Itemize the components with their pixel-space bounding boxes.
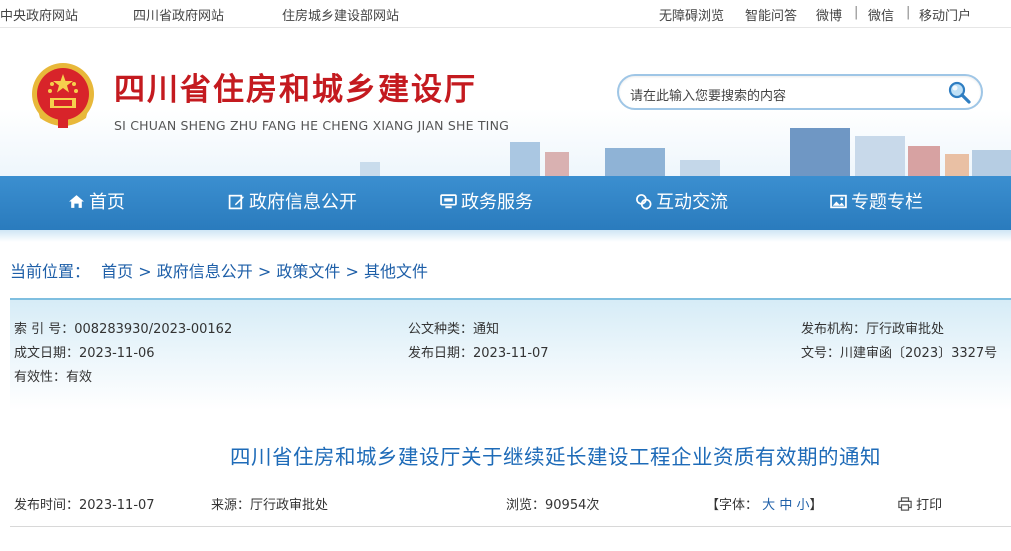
article-title: 四川省住房和城乡建设厅关于继续延长建设工程企业资质有效期的通知 xyxy=(230,445,881,469)
breadcrumb-sep: > xyxy=(345,262,359,281)
meta-created-date: 成文日期：2023-11-06 xyxy=(14,346,155,361)
nav-home-label: 首页 xyxy=(89,192,125,213)
print-label: 打印 xyxy=(916,498,943,513)
edit-icon xyxy=(228,194,244,210)
search-input[interactable]: 请在此输入您要搜索的内容 xyxy=(630,85,786,104)
print-button[interactable]: 打印 xyxy=(898,494,942,513)
nav-gov-service[interactable]: 政务服务 xyxy=(440,176,533,230)
nav-shadow xyxy=(0,230,1011,242)
font-size-control: 【字体： 大 中 小】 xyxy=(706,494,823,513)
nav-special-topics-label: 专题专栏 xyxy=(851,192,923,213)
meta-publisher: 发布机构：厅行政审批处 xyxy=(801,322,945,337)
divider xyxy=(10,526,1011,527)
link-smart-qa[interactable]: 智能问答 xyxy=(745,5,797,24)
meta-doc-type: 公文种类：通知 xyxy=(408,322,500,337)
nav-special-topics[interactable]: 专题专栏 xyxy=(830,176,923,230)
link-accessibility[interactable]: 无障碍浏览 xyxy=(659,5,724,24)
article-source: 来源：厅行政审批处 xyxy=(211,498,329,513)
site-title: 四川省住房和城乡建设厅 xyxy=(114,72,477,108)
chat-icon xyxy=(636,194,652,210)
nav-gov-service-label: 政务服务 xyxy=(461,192,533,213)
breadcrumb-sep: > xyxy=(257,262,272,281)
top-utility-bar: 中央政府网站 四川省政府网站 住房城乡建设部网站 无障碍浏览 智能问答 微博 |… xyxy=(0,0,1011,28)
breadcrumb-home[interactable]: 首页 xyxy=(101,262,133,281)
meta-validity: 有效性：有效 xyxy=(14,370,93,385)
nav-home[interactable]: 首页 xyxy=(68,176,125,230)
printer-icon xyxy=(898,497,912,511)
link-wechat[interactable]: 微信 xyxy=(868,5,894,24)
nav-interaction-label: 互动交流 xyxy=(656,192,728,213)
publish-time: 发布时间：2023-11-07 xyxy=(14,498,155,513)
link-weibo[interactable]: 微博 xyxy=(816,5,842,24)
font-small-button[interactable]: 小 xyxy=(796,498,809,513)
breadcrumb-policy-docs[interactable]: 政策文件 xyxy=(276,262,340,281)
nav-gov-info-label: 政府信息公开 xyxy=(249,192,357,213)
font-size-close: 】 xyxy=(809,498,823,513)
search-box[interactable]: 请在此输入您要搜索的内容 xyxy=(617,74,983,110)
meta-published-date: 发布日期：2023-11-07 xyxy=(408,346,549,361)
image-icon xyxy=(830,194,847,209)
search-icon[interactable] xyxy=(947,80,971,104)
nav-interaction[interactable]: 互动交流 xyxy=(635,176,728,230)
meta-doc-number: 文号：川建审函〔2023〕3327号 xyxy=(801,346,998,361)
breadcrumb-gov-info[interactable]: 政府信息公开 xyxy=(157,262,253,281)
link-central-gov[interactable]: 中央政府网站 xyxy=(0,5,78,24)
separator: | xyxy=(854,5,859,20)
link-mohurd[interactable]: 住房城乡建设部网站 xyxy=(282,5,399,24)
meta-index-no: 索 引 号：008283930/2023-00162 xyxy=(14,322,233,337)
site-header: 四川省住房和城乡建设厅 SI CHUAN SHENG ZHU FANG HE C… xyxy=(0,28,1011,176)
breadcrumb-other-docs[interactable]: 其他文件 xyxy=(364,262,428,281)
font-size-label: 【字体： xyxy=(706,498,759,513)
separator: | xyxy=(906,5,911,20)
home-icon xyxy=(69,195,84,208)
link-mobile-portal[interactable]: 移动门户 xyxy=(919,5,971,24)
nav-gov-info[interactable]: 政府信息公开 xyxy=(228,176,357,230)
document-meta-box: 索 引 号：008283930/2023-00162 公文种类：通知 发布机构：… xyxy=(10,298,1011,410)
font-large-button[interactable]: 大 xyxy=(762,498,775,513)
breadcrumb-sep: > xyxy=(138,262,152,281)
breadcrumb: 当前位置： 首页 > 政府信息公开 > 政策文件 > 其他文件 xyxy=(10,258,428,282)
view-count: 浏览：90954次 xyxy=(506,498,600,513)
national-emblem-icon xyxy=(32,63,94,128)
font-medium-button[interactable]: 中 xyxy=(779,498,792,513)
link-sichuan-gov[interactable]: 四川省政府网站 xyxy=(133,5,224,24)
breadcrumb-prefix: 当前位置： xyxy=(10,262,91,281)
city-skyline-illustration xyxy=(360,128,1011,176)
monitor-icon xyxy=(440,194,457,209)
main-nav: 首页 政府信息公开 政务服务 互动交流 专题专栏 xyxy=(0,176,1011,230)
